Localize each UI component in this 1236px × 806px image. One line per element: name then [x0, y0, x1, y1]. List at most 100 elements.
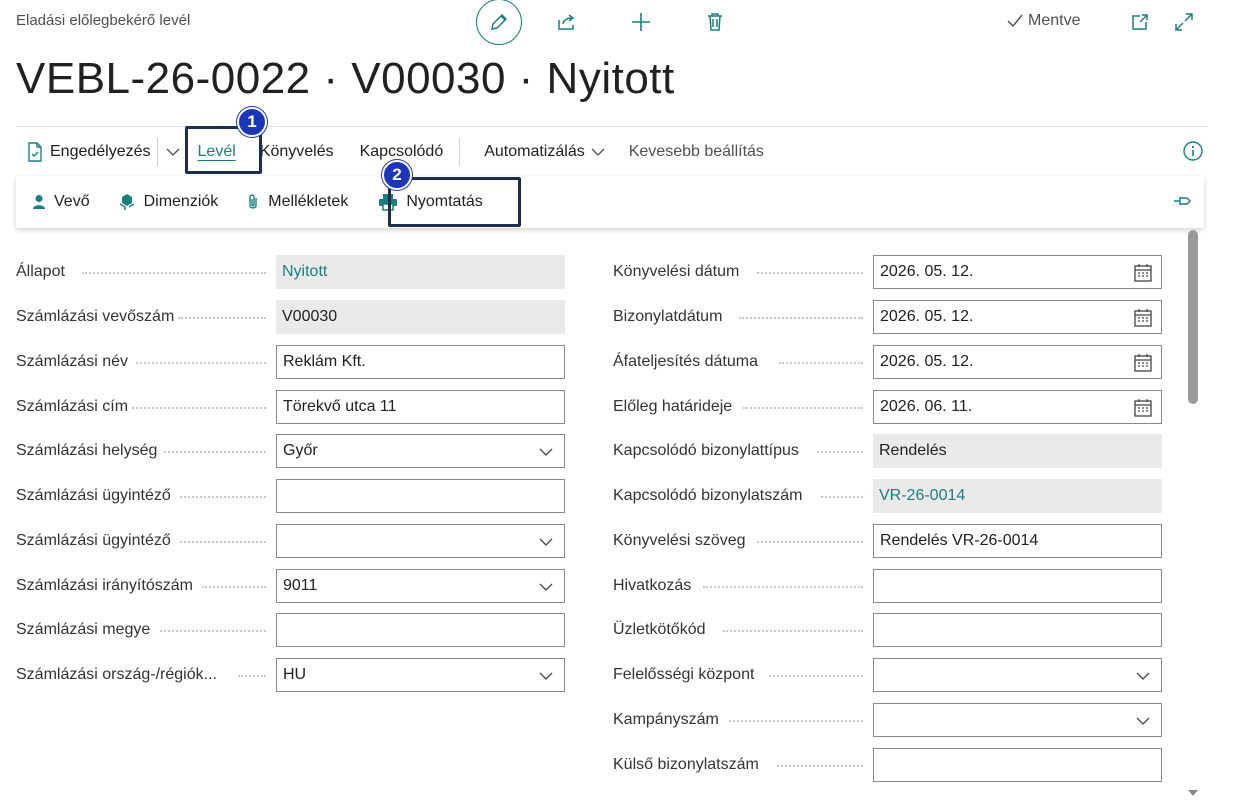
- field-label: Üzletkötőkód: [613, 621, 706, 639]
- chevron-down-icon: [1136, 717, 1150, 725]
- posting-description-input[interactable]: Rendelés VR-26-0014: [873, 523, 1162, 558]
- document-date-input[interactable]: 2026. 05. 12.: [873, 300, 1162, 335]
- field-label: Kampányszám: [613, 710, 719, 728]
- bill-to-name-input[interactable]: Reklám Kft.: [276, 344, 565, 379]
- field-related-document-no: Kapcsolódó bizonylatszám VR-26-0014: [613, 474, 1163, 519]
- field-bill-to-county: Számlázási megye: [16, 608, 566, 653]
- pin-button[interactable]: [1172, 190, 1196, 214]
- expand-button[interactable]: [1172, 10, 1196, 34]
- leader-dots: [779, 361, 863, 364]
- field-bill-to-address: Számlázási cím Törekvő utca 11: [16, 384, 566, 429]
- bill-to-address-input[interactable]: Törekvő utca 11: [276, 389, 565, 424]
- page-actions: [476, 0, 764, 45]
- bill-to-contact-input[interactable]: [276, 479, 565, 514]
- menu-fewer-options[interactable]: Kevesebb beállítás: [615, 132, 774, 172]
- attachments-action[interactable]: Mellékletek: [230, 176, 360, 228]
- leader-dots: [777, 764, 863, 767]
- bill-to-city-select[interactable]: Győr: [276, 434, 565, 469]
- bill-to-post-code-value: 9011: [283, 576, 318, 594]
- chevron-down-icon: [539, 672, 553, 681]
- field-posting-description: Könyvelési szöveg Rendelés VR-26-0014: [613, 519, 1163, 564]
- salesperson-code-input[interactable]: [873, 613, 1162, 648]
- letter-action-bar: Vevő Dimenziók Mellékletek Nyomtatás: [16, 176, 1204, 228]
- left-field-group: Állapot Nyitott Számlázási vevőszám V000…: [16, 250, 566, 698]
- scrollbar-thumb[interactable]: [1188, 230, 1198, 404]
- bill-to-county-input[interactable]: [276, 613, 565, 648]
- calendar-icon[interactable]: [1133, 353, 1153, 373]
- customer-action[interactable]: Vevő: [16, 176, 102, 228]
- leader-dots: [82, 272, 266, 275]
- field-label: Számlázási helység: [16, 442, 158, 460]
- prepayment-due-date-value: 2026. 06. 11.: [880, 397, 973, 415]
- saved-label: Mentve: [1028, 12, 1081, 29]
- field-label: Külső bizonylatszám: [613, 755, 759, 773]
- status-value: Nyitott: [276, 255, 565, 290]
- bill-to-contact-select[interactable]: [276, 523, 565, 558]
- menu-approval[interactable]: Engedélyezés: [16, 132, 161, 172]
- field-related-document-type: Kapcsolódó bizonylattípus Rendelés: [613, 429, 1163, 474]
- field-label: Számlázási ország-/régiók...: [16, 666, 217, 684]
- field-posting-date: Könyvelési dátum 2026. 05. 12.: [613, 250, 1163, 295]
- menu-automation[interactable]: Automatizálás: [474, 132, 615, 172]
- menu-approval-label: Engedélyezés: [50, 143, 151, 160]
- reference-input[interactable]: [873, 568, 1162, 603]
- responsibility-center-select[interactable]: [873, 658, 1162, 693]
- field-bill-to-post-code: Számlázási irányítószám 9011: [16, 563, 566, 608]
- leader-dots: [729, 719, 863, 722]
- posting-date-input[interactable]: 2026. 05. 12.: [873, 255, 1162, 290]
- leader-dots: [821, 496, 863, 499]
- dimensions-action[interactable]: Dimenziók: [102, 176, 231, 228]
- field-bill-to-city: Számlázási helység Győr: [16, 429, 566, 474]
- calendar-icon[interactable]: [1133, 308, 1153, 328]
- calendar-icon[interactable]: [1133, 398, 1153, 418]
- field-bill-to-country: Számlázási ország-/régiók... HU: [16, 653, 566, 698]
- chevron-down-icon: [539, 538, 553, 546]
- leader-dots: [238, 675, 266, 678]
- field-salesperson-code: Üzletkötőkód: [613, 608, 1163, 653]
- leader-dots: [180, 496, 266, 499]
- field-vat-date: Áfateljesítés dátuma 2026. 05. 12.: [613, 340, 1163, 385]
- leader-dots: [757, 272, 863, 275]
- vat-date-value: 2026. 05. 12.: [880, 352, 974, 370]
- delete-button[interactable]: [690, 0, 740, 44]
- calendar-icon[interactable]: [1133, 263, 1153, 283]
- scroll-down-arrow-icon[interactable]: [1186, 786, 1200, 800]
- share-icon: [558, 14, 575, 30]
- bill-to-post-code-select[interactable]: 9011: [276, 568, 565, 603]
- related-document-no-link[interactable]: VR-26-0014: [873, 479, 1162, 514]
- field-bill-to-customer-no: Számlázási vevőszám V00030: [16, 295, 566, 340]
- menu-approval-dropdown[interactable]: [158, 132, 188, 172]
- field-campaign-no: Kampányszám: [613, 698, 1163, 743]
- share-button[interactable]: [542, 0, 592, 44]
- leader-dots: [723, 630, 863, 633]
- document-check-icon: [28, 142, 42, 162]
- menu-separator: [459, 138, 461, 166]
- new-button[interactable]: [616, 0, 666, 44]
- field-label: Kapcsolódó bizonylattípus: [613, 442, 799, 460]
- field-label: Számlázási megye: [16, 621, 151, 639]
- chevron-down-icon: [539, 583, 553, 591]
- field-label: Hivatkozás: [613, 576, 692, 594]
- bill-to-country-select[interactable]: HU: [276, 658, 565, 693]
- prepayment-due-date-input[interactable]: 2026. 06. 11.: [873, 389, 1162, 424]
- bill-to-country-value: HU: [283, 666, 307, 684]
- chevron-down-icon: [539, 448, 553, 457]
- external-document-no-input[interactable]: [873, 747, 1162, 782]
- customer-action-label: Vevő: [54, 193, 90, 210]
- field-responsibility-center: Felelősségi központ: [613, 653, 1163, 698]
- open-new-window-button[interactable]: [1128, 10, 1152, 34]
- check-icon: [1007, 14, 1023, 28]
- campaign-no-select[interactable]: [873, 702, 1162, 737]
- field-label: Számlázási cím: [16, 397, 129, 415]
- field-status: Állapot Nyitott: [16, 250, 566, 295]
- vertical-scrollbar[interactable]: [1186, 230, 1200, 800]
- chevron-down-icon: [1136, 672, 1150, 681]
- edit-button[interactable]: [476, 0, 522, 45]
- vat-date-input[interactable]: 2026. 05. 12.: [873, 344, 1162, 379]
- field-prepayment-due-date: Előleg határideje 2026. 06. 11.: [613, 384, 1163, 429]
- field-label: Kapcsolódó bizonylatszám: [613, 487, 803, 505]
- info-button[interactable]: [1182, 140, 1206, 164]
- leader-dots: [160, 630, 266, 633]
- leader-dots: [178, 317, 266, 320]
- callout-badge-1: 1: [237, 107, 267, 137]
